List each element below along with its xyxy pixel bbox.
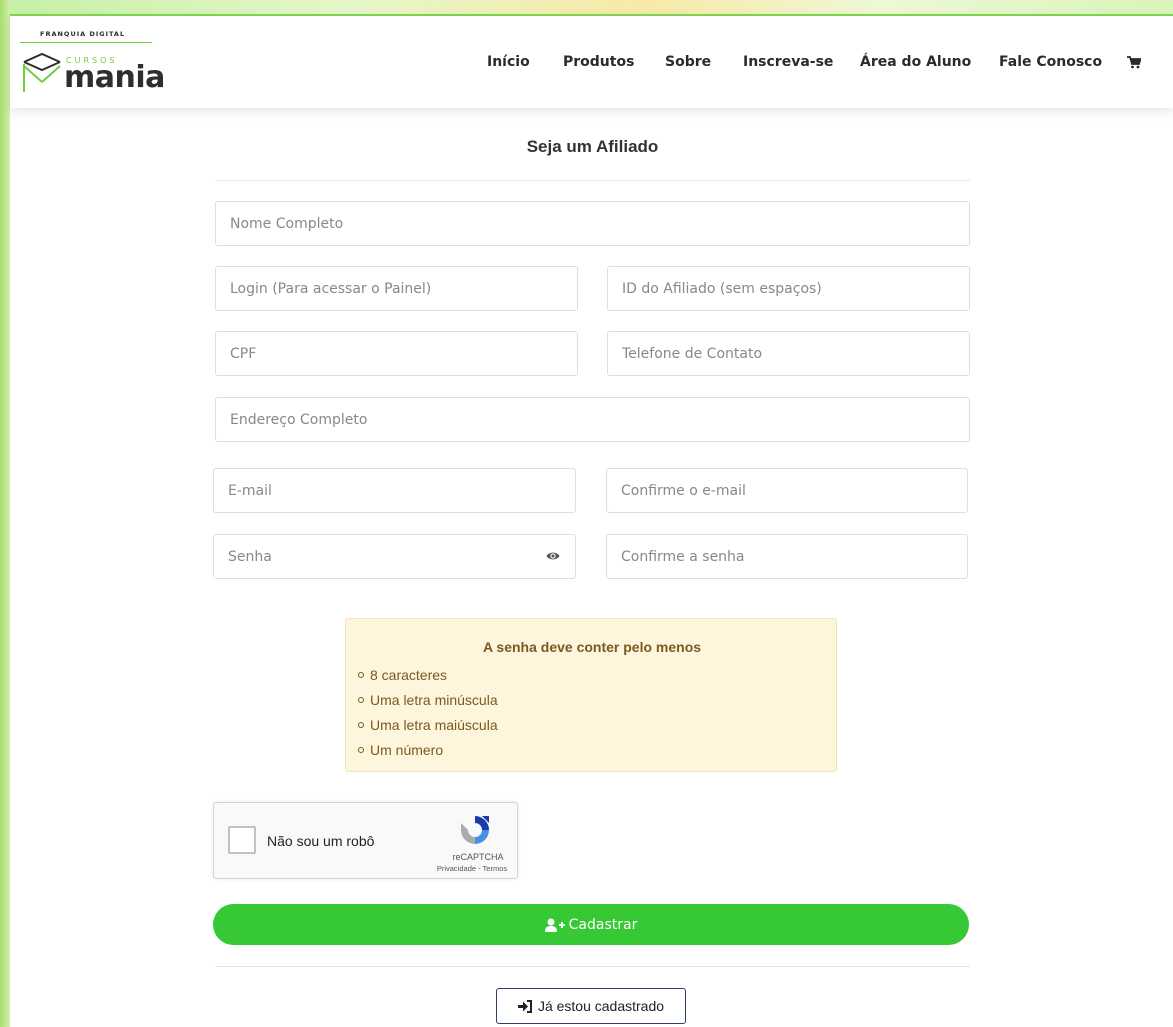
main-nav: Início Produtos Sobre Inscreva-se Área d…: [10, 54, 1173, 74]
register-button-label: Cadastrar: [568, 916, 638, 933]
recaptcha-logo-icon: [461, 816, 489, 844]
password-requirements-box: A senha deve conter pelo menos 8 caracte…: [345, 618, 837, 772]
recaptcha-privacy-terms-links[interactable]: Privacidade - Termos: [426, 864, 518, 873]
password-confirm-field: [606, 534, 968, 579]
recaptcha-widget: Não sou um robô reCAPTCHA Privacidade - …: [213, 802, 518, 879]
email-field: [213, 468, 576, 513]
already-registered-button[interactable]: Já estou cadastrado: [496, 988, 686, 1024]
email-input[interactable]: [214, 469, 575, 512]
nav-area-do-aluno[interactable]: Área do Aluno: [860, 54, 971, 70]
password-input[interactable]: [214, 535, 575, 578]
recaptcha-brand-text: reCAPTCHA: [452, 852, 504, 862]
cpf-field: [215, 331, 578, 376]
email-confirm-input[interactable]: [607, 469, 967, 512]
affiliate-id-input[interactable]: [608, 267, 969, 310]
requirement-item: 8 caracteres: [358, 663, 498, 688]
page-top-glow: [0, 0, 1173, 14]
affiliate-id-field: [607, 266, 970, 311]
shopping-cart-icon[interactable]: [1127, 56, 1141, 69]
nav-produtos[interactable]: Produtos: [563, 54, 634, 70]
full-name-input[interactable]: [216, 202, 969, 245]
user-plus-icon: [544, 918, 565, 932]
nav-sobre[interactable]: Sobre: [665, 54, 711, 70]
requirement-item: Uma letra minúscula: [358, 688, 498, 713]
phone-field: [607, 331, 970, 376]
title-divider: [215, 180, 970, 181]
address-field: [215, 397, 970, 442]
login-input[interactable]: [216, 267, 577, 310]
nav-inscreva-se[interactable]: Inscreva-se: [743, 54, 833, 70]
nav-fale-conosco[interactable]: Fale Conosco: [999, 54, 1102, 70]
page-left-border: [0, 0, 10, 1027]
bottom-divider: [215, 966, 970, 967]
recaptcha-label: Não sou um robô: [267, 833, 375, 849]
phone-input[interactable]: [608, 332, 969, 375]
page-title: Seja um Afiliado: [526, 137, 659, 156]
sign-in-icon: [517, 999, 532, 1013]
logo-tagline: FRANQUIA DIGITAL: [40, 30, 126, 38]
already-registered-label: Já estou cadastrado: [537, 998, 665, 1014]
email-confirm-field: [606, 468, 968, 513]
password-confirm-input[interactable]: [607, 535, 967, 578]
password-requirements-title: A senha deve conter pelo menos: [482, 639, 702, 655]
password-field: [213, 534, 576, 579]
requirement-item: Um número: [358, 738, 498, 763]
address-input[interactable]: [216, 398, 969, 441]
full-name-field: [215, 201, 970, 246]
requirement-item: Uma letra maiúscula: [358, 713, 498, 738]
cpf-input[interactable]: [216, 332, 577, 375]
logo-divider: [20, 42, 152, 43]
login-field: [215, 266, 578, 311]
password-requirements-list: 8 caracteres Uma letra minúscula Uma let…: [358, 663, 498, 763]
show-password-eye-icon[interactable]: [546, 550, 560, 562]
site-header: FRANQUIA DIGITAL CURSOS mania Início Pro…: [10, 14, 1173, 108]
nav-inicio[interactable]: Início: [487, 54, 530, 70]
register-button[interactable]: Cadastrar: [213, 904, 969, 945]
recaptcha-checkbox[interactable]: [228, 826, 256, 854]
